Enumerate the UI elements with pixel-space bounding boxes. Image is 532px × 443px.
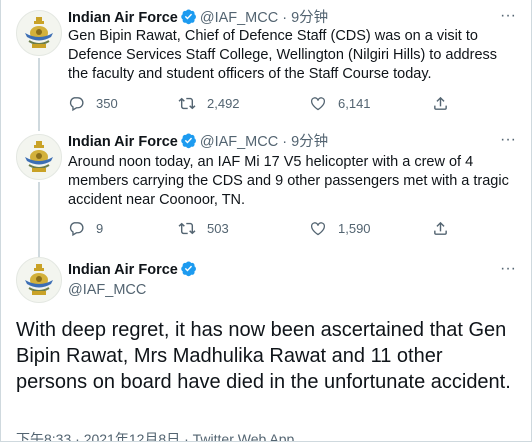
share-button[interactable]	[432, 218, 460, 238]
iaf-crest-avatar	[17, 135, 61, 179]
thread-line	[38, 125, 40, 131]
reply-icon	[69, 96, 84, 111]
thread-line	[38, 58, 40, 125]
tweet-1[interactable]: Indian Air Force @IAF_MCC · 9分钟 ··· Gen Bip…	[1, 0, 531, 125]
like-icon	[310, 221, 326, 235]
tweet-actions: 350 2,492 6,141	[64, 93, 464, 113]
retweet-count: 2,492	[207, 95, 240, 111]
like-count: 6,141	[338, 95, 371, 111]
tweet-meta[interactable]: 下午8:33 · 2021年12月8日 · Twitter Web App	[16, 430, 294, 441]
focused-tweet: Indian Air Force @IAF_MCC ··· With deep …	[1, 253, 531, 441]
like-button[interactable]: 1,590	[309, 218, 371, 238]
tweet-header: Indian Air Force @IAF_MCC · 9分钟	[68, 8, 328, 28]
tweet-text: Gen Bipin Rawat, Chief of Defence Staff …	[68, 28, 498, 82]
tweet-time[interactable]: 9分钟	[291, 10, 328, 26]
tweet-text: Around noon today, an IAF Mi 17 V5 helic…	[68, 154, 509, 208]
retweet-count: 503	[207, 220, 229, 236]
author-handle[interactable]: @IAF_MCC	[200, 134, 278, 150]
retweet-icon	[178, 222, 196, 234]
timeline: Indian Air Force @IAF_MCC · 9分钟 ··· Gen Bip…	[0, 0, 532, 442]
avatar[interactable]	[16, 10, 62, 56]
tweet-time[interactable]: 9分钟	[291, 134, 328, 150]
author-name[interactable]: Indian Air Force	[68, 10, 178, 26]
avatar[interactable]	[16, 134, 62, 180]
more-icon[interactable]: ···	[499, 8, 517, 28]
separator-dot: ·	[282, 134, 288, 150]
reply-count: 350	[96, 95, 118, 111]
author-name[interactable]: Indian Air Force	[68, 134, 178, 150]
iaf-crest-avatar	[17, 11, 61, 55]
tweet-2[interactable]: Indian Air Force @IAF_MCC · 9分钟 ··· Around …	[1, 125, 531, 253]
iaf-crest-avatar	[17, 258, 61, 302]
retweet-button[interactable]: 2,492	[178, 93, 240, 113]
thread-line	[38, 182, 40, 253]
separator-dot: ·	[282, 10, 288, 26]
author-handle[interactable]: @IAF_MCC	[200, 10, 278, 26]
more-icon[interactable]: ···	[499, 132, 517, 152]
author-name[interactable]: Indian Air Force	[68, 262, 178, 278]
like-count: 1,590	[338, 220, 371, 236]
like-icon	[310, 96, 326, 110]
tweet-actions: 9 503 1,590	[64, 218, 464, 238]
share-icon	[434, 96, 447, 110]
tweet-header: Indian Air Force @IAF_MCC · 9分钟	[68, 132, 328, 152]
tweet-text: With deep regret, it has now been ascert…	[16, 319, 511, 393]
verified-badge-icon	[180, 260, 197, 283]
retweet-icon	[178, 97, 196, 109]
verified-badge-icon	[180, 132, 197, 155]
author-handle[interactable]: @IAF_MCC	[68, 280, 146, 300]
reply-icon	[69, 221, 84, 236]
reply-button[interactable]: 9	[68, 218, 103, 238]
share-button[interactable]	[432, 93, 460, 113]
share-icon	[434, 221, 447, 235]
reply-button[interactable]: 350	[68, 93, 118, 113]
reply-count: 9	[96, 220, 104, 236]
like-button[interactable]: 6,141	[309, 93, 371, 113]
more-icon[interactable]: ···	[499, 261, 517, 281]
retweet-button[interactable]: 503	[178, 218, 229, 238]
avatar[interactable]	[16, 257, 62, 303]
